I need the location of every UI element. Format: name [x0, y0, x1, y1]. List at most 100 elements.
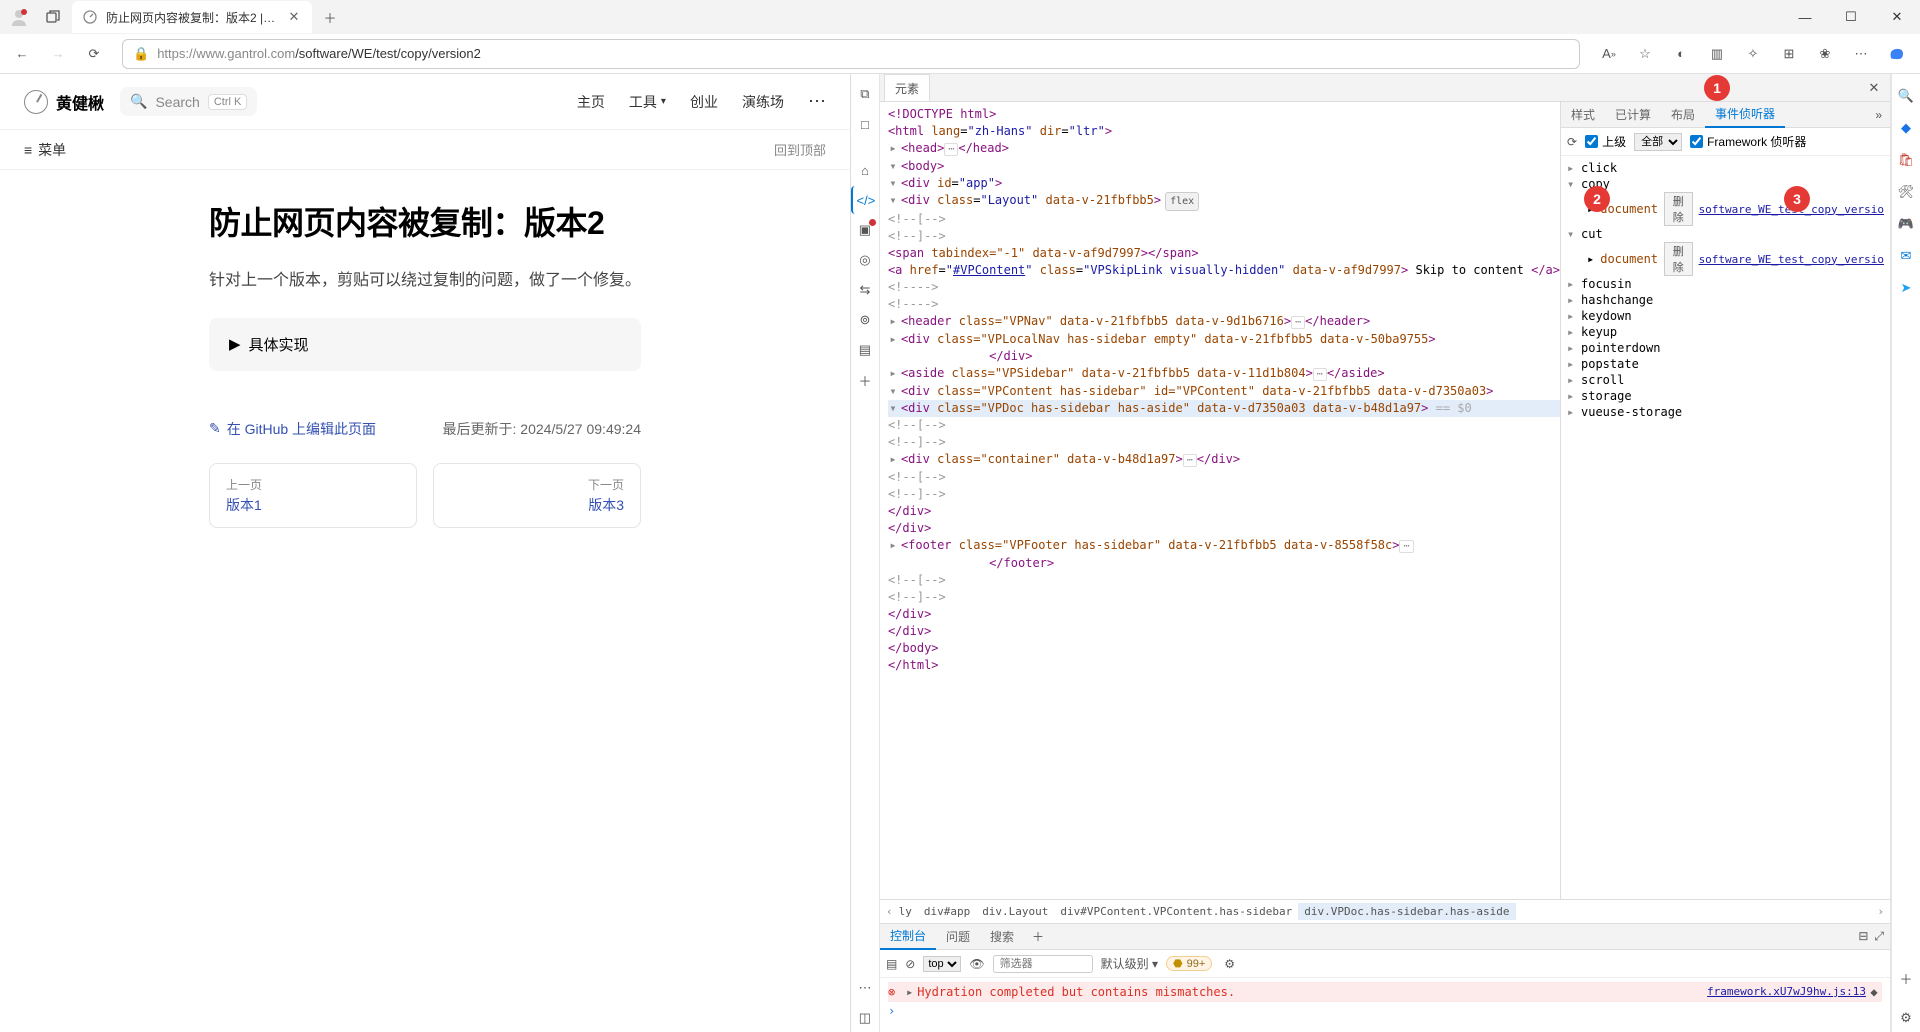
extensions-icon[interactable]: ⊞: [1772, 38, 1806, 70]
tab-elements[interactable]: 元素: [884, 74, 930, 101]
crumb-item-selected[interactable]: div.VPDoc.has-sidebar.has-aside: [1298, 903, 1515, 920]
sidebar-send-icon[interactable]: ➤: [1892, 274, 1920, 302]
console-filter-input[interactable]: [993, 955, 1093, 973]
search-button[interactable]: 🔍 Search Ctrl K: [120, 87, 257, 116]
network-tool-icon[interactable]: ⇆: [851, 276, 879, 304]
refresh-listeners-icon[interactable]: ⟳: [1567, 135, 1577, 149]
tab-layout[interactable]: 布局: [1661, 106, 1705, 123]
console-prompt[interactable]: ›: [888, 1002, 1882, 1020]
console-sidebar-toggle-icon[interactable]: ▤: [886, 957, 897, 971]
crumb-item[interactable]: div#VPContent.VPContent.has-sidebar: [1054, 903, 1298, 920]
elements-tree[interactable]: <!DOCTYPE html> <html lang="zh-Hans" dir…: [880, 102, 1560, 899]
sidebar-tools-icon[interactable]: 🛠: [1892, 178, 1920, 206]
read-aloud-icon[interactable]: A»: [1592, 38, 1626, 70]
event-item[interactable]: ▸focusin: [1567, 276, 1884, 292]
listener-source-link[interactable]: software_WE_test_copy_versio: [1699, 253, 1884, 266]
clear-console-icon[interactable]: ⊘: [905, 957, 915, 971]
log-level-select[interactable]: 默认级别 ▾: [1101, 955, 1158, 972]
elements-tool-icon[interactable]: </>: [851, 186, 879, 214]
console-settings-icon[interactable]: ⚙: [1224, 957, 1235, 971]
drawer-tab-console[interactable]: 控制台: [880, 924, 936, 950]
remove-listener-button[interactable]: 删除: [1664, 242, 1693, 276]
event-item[interactable]: ▸keyup: [1567, 324, 1884, 340]
pager-prev[interactable]: 上一页 版本1: [209, 463, 417, 528]
copilot-icon[interactable]: [1880, 38, 1914, 70]
context-select[interactable]: top: [923, 956, 961, 972]
sidebar-add-icon[interactable]: ＋: [1892, 964, 1920, 992]
favorite-icon[interactable]: ☆: [1628, 38, 1662, 70]
devtools-more-icon[interactable]: ⋯: [851, 974, 879, 1002]
event-handler-row[interactable]: ▸document 删除 software_WE_test_copy_versi…: [1567, 242, 1884, 276]
new-tab-button[interactable]: ＋: [316, 3, 344, 31]
ai-explain-icon[interactable]: ◆: [1866, 985, 1882, 999]
add-tool-icon[interactable]: ＋: [851, 366, 879, 394]
live-expression-icon[interactable]: 👁: [969, 957, 984, 971]
performance-tool-icon[interactable]: ⊚: [851, 306, 879, 334]
copilot-reload-icon[interactable]: ◐: [1664, 38, 1698, 70]
crumb-item[interactable]: div#app: [918, 903, 976, 920]
crumb-item[interactable]: div.Layout: [976, 903, 1054, 920]
console-error-row[interactable]: ⊗ ▸ Hydration completed but contains mis…: [888, 982, 1882, 1002]
tab-overview-button[interactable]: [38, 3, 68, 31]
menu-toggle-button[interactable]: ≡菜单: [24, 140, 66, 160]
console-source-link[interactable]: framework.xU7wJ9hw.js:13: [1707, 985, 1866, 998]
event-item[interactable]: ▾copy: [1567, 176, 1884, 192]
app-panel-icon[interactable]: □: [851, 110, 879, 138]
target-icon[interactable]: ◎: [851, 246, 879, 274]
back-button[interactable]: ←: [6, 38, 38, 70]
tab-event-listeners[interactable]: 事件侦听器: [1705, 102, 1785, 128]
edit-on-github-link[interactable]: ✎在 GitHub 上编辑此页面: [209, 419, 376, 439]
window-close-button[interactable]: ✕: [1874, 1, 1920, 33]
wallet-icon[interactable]: ❀: [1808, 38, 1842, 70]
tab-computed[interactable]: 已计算: [1605, 106, 1661, 123]
ancestors-checkbox[interactable]: 上级: [1585, 133, 1626, 150]
tab-styles[interactable]: 样式: [1561, 106, 1605, 123]
sidebar-copilot-icon[interactable]: ◆: [1892, 114, 1920, 142]
event-item[interactable]: ▸hashchange: [1567, 292, 1884, 308]
event-item[interactable]: ▸storage: [1567, 388, 1884, 404]
sidebar-settings-icon[interactable]: ⚙: [1892, 1004, 1920, 1032]
more-menu-icon[interactable]: ⋯: [1844, 38, 1878, 70]
crumb-prev-icon[interactable]: ‹: [886, 905, 893, 918]
event-item[interactable]: ▸popstate: [1567, 356, 1884, 372]
drawer-tab-issues[interactable]: 问题: [936, 928, 980, 945]
stack-trace-icon[interactable]: ⊟: [1858, 929, 1868, 944]
tab-close-icon[interactable]: ✕: [286, 9, 302, 25]
window-maximize-button[interactable]: ☐: [1828, 1, 1874, 33]
event-item[interactable]: ▸click: [1567, 160, 1884, 176]
scope-select[interactable]: 全部: [1634, 133, 1682, 151]
expand-drawer-icon[interactable]: ⤢: [1874, 929, 1884, 944]
event-item[interactable]: ▸scroll: [1567, 372, 1884, 388]
framework-checkbox[interactable]: Framework 侦听器: [1690, 133, 1806, 150]
crumb-next-icon[interactable]: ›: [1877, 905, 1884, 918]
side-pane-more-icon[interactable]: »: [1867, 108, 1890, 122]
url-input[interactable]: 🔒 https://www.gantrol.com/software/WE/te…: [122, 39, 1580, 69]
sidebar-search-icon[interactable]: 🔍: [1892, 82, 1920, 110]
event-item[interactable]: ▸pointerdown: [1567, 340, 1884, 356]
sidebar-games-icon[interactable]: 🎮: [1892, 210, 1920, 238]
split-screen-icon[interactable]: ▥: [1700, 38, 1734, 70]
event-handler-row[interactable]: ▸document 删除 software_WE_test_copy_versi…: [1567, 192, 1884, 226]
window-minimize-button[interactable]: —: [1782, 1, 1828, 33]
remove-listener-button[interactable]: 删除: [1664, 192, 1693, 226]
site-logo[interactable]: 黄健楸: [24, 90, 104, 114]
issues-tool-icon[interactable]: ▣: [851, 216, 879, 244]
details-toggle[interactable]: ▶ 具体实现: [209, 318, 641, 371]
memory-tool-icon[interactable]: ▤: [851, 336, 879, 364]
dock-position-icon[interactable]: ◫: [851, 1004, 879, 1032]
nav-tools[interactable]: 工具▾: [629, 91, 666, 112]
device-toggle-icon[interactable]: ⧉: [851, 80, 879, 108]
sidebar-outlook-icon[interactable]: ✉: [1892, 242, 1920, 270]
crumb-item[interactable]: ly: [893, 903, 918, 920]
nav-biz[interactable]: 创业: [690, 91, 718, 112]
collections-icon[interactable]: ✧: [1736, 38, 1770, 70]
back-to-top-link[interactable]: 回到顶部: [774, 140, 826, 159]
dom-line[interactable]: <!DOCTYPE html>: [888, 106, 1560, 123]
event-item[interactable]: ▸keydown: [1567, 308, 1884, 324]
browser-tab[interactable]: 防止网页内容被复制：版本2 | 黄 ✕: [72, 1, 312, 33]
expand-row-icon[interactable]: ▸: [906, 985, 913, 999]
profile-button[interactable]: [4, 2, 34, 32]
nav-more-icon[interactable]: ⋯: [808, 91, 826, 112]
event-item[interactable]: ▾cut: [1567, 226, 1884, 242]
nav-home[interactable]: 主页: [577, 91, 605, 112]
